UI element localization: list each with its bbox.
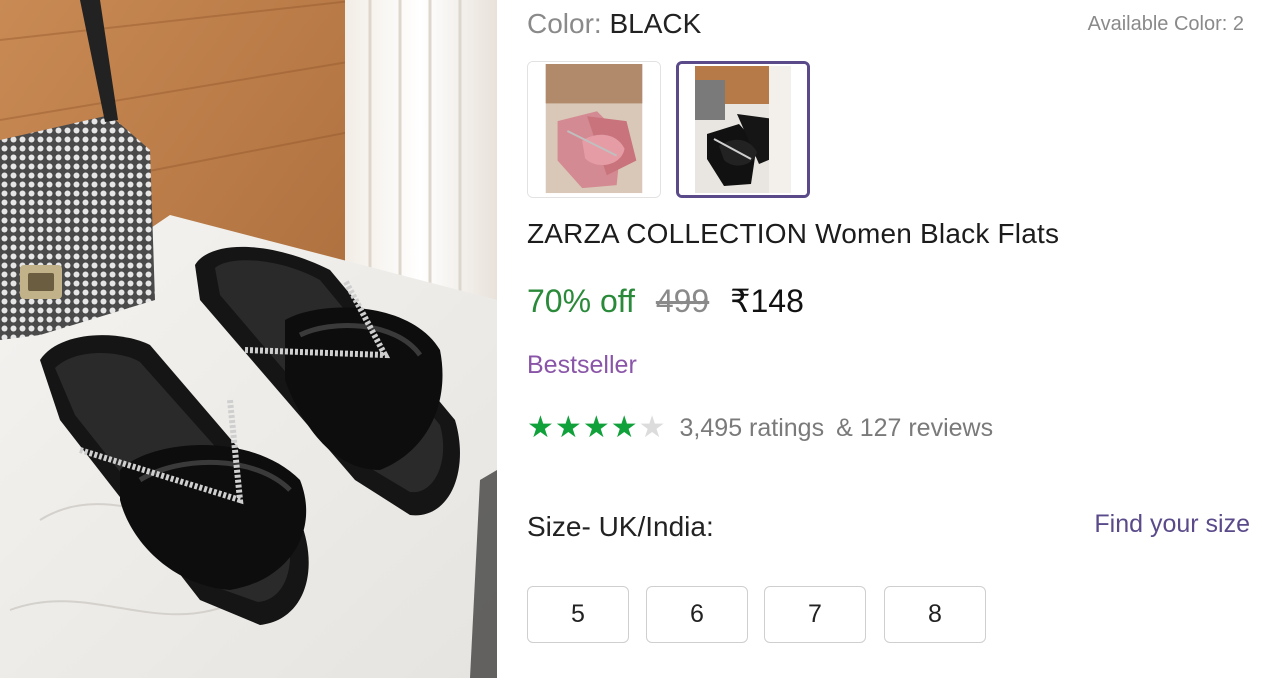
reviews-count: & 127 reviews <box>836 413 994 442</box>
star-filled-icon: ★ <box>582 411 610 444</box>
size-option-8[interactable]: 8 <box>884 586 986 643</box>
size-option-6[interactable]: 6 <box>646 586 748 643</box>
star-filled-icon: ★ <box>610 411 638 444</box>
size-label: Size- UK/India: <box>527 511 714 542</box>
star-filled-icon: ★ <box>554 411 582 444</box>
size-option-7[interactable]: 7 <box>764 586 866 643</box>
star-filled-icon: ★ <box>527 411 554 444</box>
product-details: Color: BLACK Available Color: 2 ZARZA CO… <box>497 0 1280 678</box>
star-empty-icon: ★ <box>638 411 666 444</box>
color-swatch-pink[interactable] <box>527 61 661 198</box>
price-row: 70% off 499 ₹148 <box>527 282 804 320</box>
product-image[interactable] <box>0 0 497 678</box>
color-label: Color: BLACK <box>527 8 701 40</box>
original-price: 499 <box>655 283 710 319</box>
discount-percent: 70% off <box>527 283 635 319</box>
find-your-size-link[interactable]: Find your size <box>1094 510 1250 539</box>
available-colors-count: 2 <box>1232 13 1244 35</box>
color-swatch-black[interactable] <box>676 61 810 198</box>
rating-row[interactable]: ★ ★ ★ ★ ★ 3,495 ratings & 127 reviews <box>527 413 993 443</box>
bestseller-badge: Bestseller <box>527 351 637 379</box>
available-colors: Available Color: 2 <box>1088 13 1244 36</box>
size-option-5[interactable]: 5 <box>527 586 629 643</box>
selling-price: ₹148 <box>730 283 804 319</box>
selected-color: BLACK <box>609 8 702 39</box>
star-rating: ★ ★ ★ ★ ★ <box>527 413 666 443</box>
color-label-prefix: Color: <box>527 8 602 39</box>
ratings-count: 3,495 ratings <box>679 413 825 442</box>
available-colors-label: Available Color: <box>1087 13 1228 35</box>
product-title: ZARZA COLLECTION Women Black Flats <box>527 218 1060 249</box>
